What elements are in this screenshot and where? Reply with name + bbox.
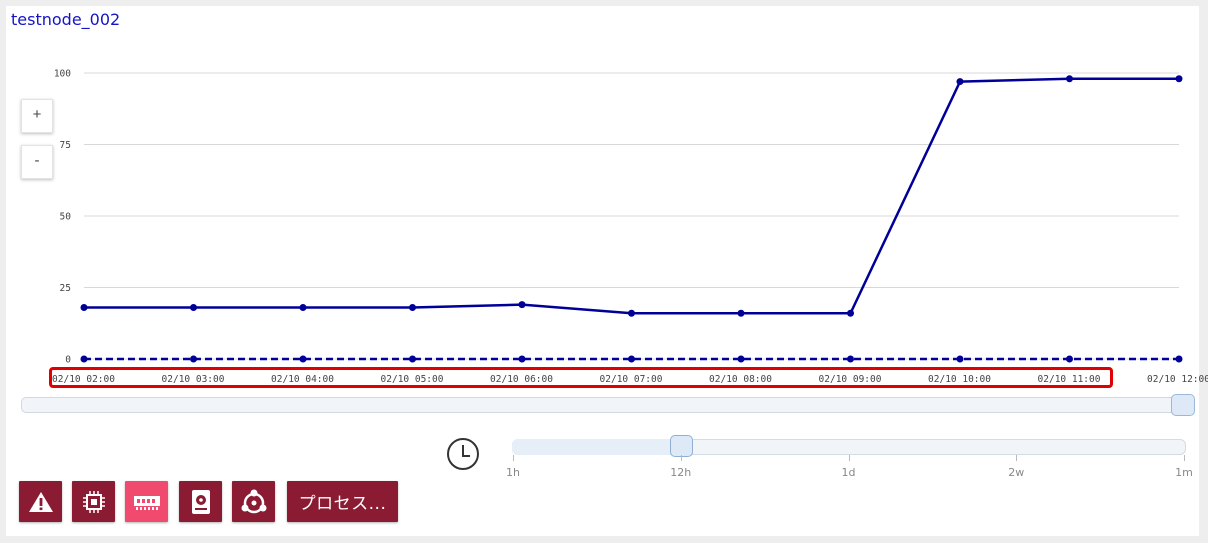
data-point [1066,355,1073,363]
data-point [299,304,307,312]
y-tick-label: 25 [60,283,71,294]
chart-scrollbar[interactable] [21,397,1195,413]
data-point [518,355,526,363]
process-button-label: プロセス... [298,494,387,514]
alert-button[interactable] [19,481,62,522]
zoom-in-button[interactable]: + [21,99,53,133]
data-point [518,301,526,309]
range-tick [513,455,514,461]
data-point [409,355,416,363]
network-icon [241,489,266,513]
data-point [847,355,854,363]
chart-scrollbar-handle[interactable] [1171,394,1195,416]
range-label-12h[interactable]: 12h [670,466,691,479]
data-point [299,355,307,363]
range-label-1m[interactable]: 1m [1175,466,1193,479]
process-button[interactable]: プロセス... [287,481,398,522]
clock-icon [447,438,479,470]
data-point [190,304,197,312]
range-tick [848,455,850,461]
network-button[interactable] [232,481,275,522]
data-point [80,355,88,363]
range-tick [1016,455,1018,461]
time-range-handle[interactable] [670,435,693,457]
data-point [409,304,416,312]
time-range-fill [512,439,682,455]
cpu-button[interactable] [72,481,115,522]
data-point [80,304,88,312]
x-axis-highlight-box [49,367,1113,388]
disk-button[interactable] [179,481,222,522]
range-label-2w[interactable]: 2w [1008,466,1024,479]
data-point [737,355,745,363]
data-point [956,355,964,363]
range-tick [680,455,682,461]
line-chart: 0255075100 02/10 02:00 02/10 03:00 02/10 0… [52,69,1208,386]
y-tick-label: 100 [54,69,71,80]
data-point [628,309,635,317]
data-point [1175,75,1183,83]
range-label-1d[interactable]: 1d [842,466,856,479]
memory-button[interactable] [125,481,168,522]
cpu-icon [82,490,105,513]
data-point [1175,355,1183,363]
memory-icon [133,495,160,510]
range-tick [1184,455,1185,461]
y-tick-label: 75 [60,140,71,151]
alert-icon [28,491,53,512]
data-point [628,355,635,363]
y-tick-label: 0 [65,355,71,366]
range-label-1h[interactable]: 1h [506,466,520,479]
series-line-solid [84,77,1179,315]
y-tick-label: 50 [60,212,72,223]
data-point [190,355,197,363]
x-tick-label: 02/10 12:00 [1147,374,1208,385]
data-point [1066,75,1073,83]
data-point [847,309,854,317]
data-point [737,309,745,317]
zoom-out-button[interactable]: - [21,145,53,179]
data-point [956,78,964,86]
disk-icon [191,489,210,514]
